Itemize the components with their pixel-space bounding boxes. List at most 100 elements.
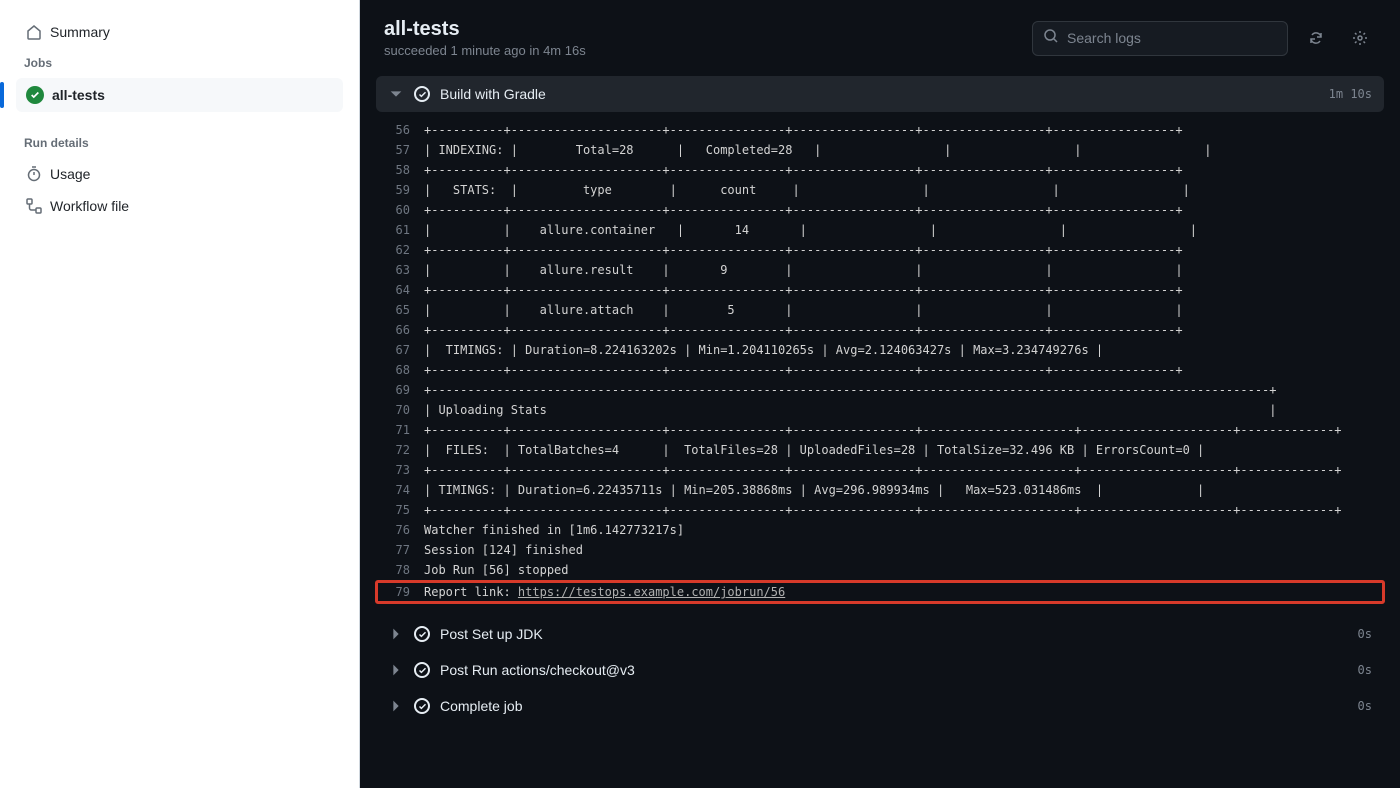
search-logs-field[interactable]	[1032, 21, 1288, 56]
log-line: 56+----------+---------------------+----…	[376, 120, 1384, 140]
log-line: 66+----------+---------------------+----…	[376, 320, 1384, 340]
sidebar-item-summary[interactable]: Summary	[16, 16, 343, 48]
log-line-number: 71	[376, 420, 424, 440]
main-panel: all-tests succeeded 1 minute ago in 4m 1…	[360, 0, 1400, 788]
success-icon	[26, 86, 44, 104]
sidebar-item-label: Usage	[50, 166, 90, 182]
step-title: Complete job	[440, 698, 1348, 714]
log-line-number: 77	[376, 540, 424, 560]
job-title: all-tests	[384, 18, 586, 41]
log-output: 56+----------+---------------------+----…	[376, 112, 1384, 616]
log-line-number: 56	[376, 120, 424, 140]
step-post-jdk[interactable]: Post Set up JDK 0s	[376, 616, 1384, 652]
log-line: 71+----------+---------------------+----…	[376, 420, 1384, 440]
log-line: 67| TIMINGS: | Duration=8.224163202s | M…	[376, 340, 1384, 360]
step-time: 0s	[1358, 699, 1372, 713]
step-title: Build with Gradle	[440, 86, 1319, 102]
log-line-number: 73	[376, 460, 424, 480]
settings-button[interactable]	[1344, 22, 1376, 54]
log-line-number: 76	[376, 520, 424, 540]
log-line-text: | TIMINGS: | Duration=6.22435711s | Min=…	[424, 480, 1204, 500]
log-line-text: +----------+---------------------+------…	[424, 360, 1183, 380]
log-line-number: 79	[376, 582, 424, 602]
step-time: 1m 10s	[1329, 87, 1372, 101]
success-icon	[414, 626, 430, 642]
step-time: 0s	[1358, 663, 1372, 677]
log-line-number: 75	[376, 500, 424, 520]
log-line: 70| Uploading Stats |	[376, 400, 1384, 420]
log-line: 65| | allure.attach | 5 | | | |	[376, 300, 1384, 320]
job-header: all-tests succeeded 1 minute ago in 4m 1…	[360, 0, 1400, 76]
success-icon	[414, 86, 430, 102]
sidebar-header-jobs: Jobs	[16, 48, 343, 78]
log-line-text: | | allure.attach | 5 | | | |	[424, 300, 1183, 320]
log-line: 63| | allure.result | 9 | | | |	[376, 260, 1384, 280]
sidebar-item-all-tests[interactable]: all-tests	[16, 78, 343, 112]
log-line: 62+----------+---------------------+----…	[376, 240, 1384, 260]
log-line-text: +----------+---------------------+------…	[424, 160, 1183, 180]
step-title: Post Set up JDK	[440, 626, 1348, 642]
log-line: 78Job Run [56] stopped	[376, 560, 1384, 580]
report-link[interactable]: https://testops.example.com/jobrun/56	[518, 585, 785, 599]
sidebar-item-workflow-file[interactable]: Workflow file	[16, 190, 343, 222]
stopwatch-icon	[26, 166, 42, 182]
sidebar-item-label: Workflow file	[50, 198, 129, 214]
job-subtitle: succeeded 1 minute ago in 4m 16s	[384, 43, 586, 58]
log-line: 76Watcher finished in [1m6.142773217s]	[376, 520, 1384, 540]
sidebar-item-label: all-tests	[52, 87, 105, 103]
step-time: 0s	[1358, 627, 1372, 641]
log-line-text: +----------+---------------------+------…	[424, 240, 1183, 260]
log-line: 72| FILES: | TotalBatches=4 | TotalFiles…	[376, 440, 1384, 460]
chevron-down-icon	[388, 86, 404, 102]
log-line-text: | FILES: | TotalBatches=4 | TotalFiles=2…	[424, 440, 1204, 460]
log-line-text: Report link: https://testops.example.com…	[424, 582, 785, 602]
log-line-text: | | allure.result | 9 | | | |	[424, 260, 1183, 280]
log-line-text: +----------+---------------------+------…	[424, 460, 1342, 480]
search-input[interactable]	[1067, 30, 1277, 46]
log-line: 68+----------+---------------------+----…	[376, 360, 1384, 380]
log-line-number: 59	[376, 180, 424, 200]
refresh-button[interactable]	[1300, 22, 1332, 54]
log-line-text: | STATS: | type | count | | | |	[424, 180, 1190, 200]
sidebar-item-usage[interactable]: Usage	[16, 158, 343, 190]
sidebar: Summary Jobs all-tests Run details Usage…	[0, 0, 360, 788]
log-line: 60+----------+---------------------+----…	[376, 200, 1384, 220]
log-line: 64+----------+---------------------+----…	[376, 280, 1384, 300]
log-line-number: 57	[376, 140, 424, 160]
log-line: 75+----------+---------------------+----…	[376, 500, 1384, 520]
step-complete-job[interactable]: Complete job 0s	[376, 688, 1384, 724]
log-line-text: | TIMINGS: | Duration=8.224163202s | Min…	[424, 340, 1103, 360]
log-line-highlighted: 79Report link: https://testops.example.c…	[376, 581, 1384, 603]
log-line: 58+----------+---------------------+----…	[376, 160, 1384, 180]
log-line-text: +----------+---------------------+------…	[424, 120, 1183, 140]
log-line-text: | | allure.container | 14 | | | |	[424, 220, 1197, 240]
log-line-text: | INDEXING: | Total=28 | Completed=28 | …	[424, 140, 1211, 160]
step-post-checkout[interactable]: Post Run actions/checkout@v3 0s	[376, 652, 1384, 688]
log-line: 61| | allure.container | 14 | | | |	[376, 220, 1384, 240]
search-icon	[1043, 28, 1059, 49]
log-line-text: +----------+---------------------+------…	[424, 200, 1183, 220]
log-line-number: 62	[376, 240, 424, 260]
log-line-number: 72	[376, 440, 424, 460]
log-line-text: +----------+---------------------+------…	[424, 320, 1183, 340]
log-line-text: | Uploading Stats |	[424, 400, 1277, 420]
success-icon	[414, 698, 430, 714]
sidebar-item-label: Summary	[50, 24, 110, 40]
step-build-gradle[interactable]: Build with Gradle 1m 10s	[376, 76, 1384, 112]
log-line: 69+-------------------------------------…	[376, 380, 1384, 400]
log-line: 73+----------+---------------------+----…	[376, 460, 1384, 480]
success-icon	[414, 662, 430, 678]
log-line-text: +----------+---------------------+------…	[424, 280, 1183, 300]
step-title: Post Run actions/checkout@v3	[440, 662, 1348, 678]
sidebar-header-run-details: Run details	[16, 128, 343, 158]
log-line: 74| TIMINGS: | Duration=6.22435711s | Mi…	[376, 480, 1384, 500]
log-line-number: 63	[376, 260, 424, 280]
log-line: 77Session [124] finished	[376, 540, 1384, 560]
log-line-number: 74	[376, 480, 424, 500]
log-line-number: 60	[376, 200, 424, 220]
log-line-number: 58	[376, 160, 424, 180]
log-line-text: Job Run [56] stopped	[424, 560, 569, 580]
log-line-number: 67	[376, 340, 424, 360]
log-line-number: 65	[376, 300, 424, 320]
log-line-text: Watcher finished in [1m6.142773217s]	[424, 520, 684, 540]
